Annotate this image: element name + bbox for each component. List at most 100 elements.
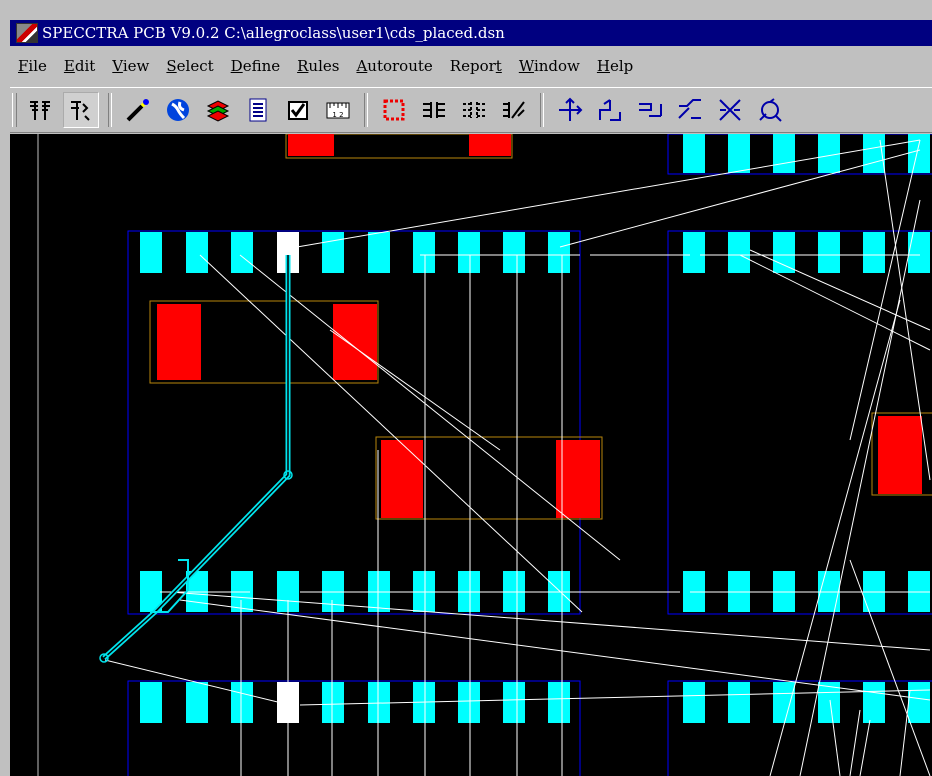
- place-mode-icon[interactable]: [23, 93, 57, 127]
- fanout-icon[interactable]: [417, 93, 451, 127]
- pin-pad[interactable]: [322, 682, 344, 723]
- menu-item-6[interactable]: Autoroute: [348, 57, 441, 75]
- toolbar: 1 2: [10, 87, 932, 133]
- route-diagonal-icon[interactable]: [497, 93, 531, 127]
- menu-mnemonic: W: [518, 57, 534, 75]
- pin-pad[interactable]: [683, 134, 705, 173]
- pcb-canvas[interactable]: [10, 134, 932, 776]
- pin-pad[interactable]: [186, 232, 208, 273]
- menu-text: ules: [308, 57, 340, 75]
- part-pad[interactable]: [381, 440, 423, 518]
- globe-icon[interactable]: [161, 93, 195, 127]
- ratsnest-line: [199, 254, 583, 613]
- toolbar-separator: [108, 93, 112, 127]
- pin-pad[interactable]: [683, 682, 705, 723]
- menu-text: ile: [28, 57, 47, 75]
- pin-pad[interactable]: [458, 232, 480, 273]
- pin-pad[interactable]: [231, 232, 253, 273]
- menu-item-8[interactable]: Window: [511, 57, 589, 75]
- rotate-icon[interactable]: [753, 93, 787, 127]
- part-pad[interactable]: [469, 134, 511, 156]
- route-mode-icon[interactable]: [63, 92, 99, 128]
- pin-pad[interactable]: [548, 682, 570, 723]
- menu-item-2[interactable]: View: [104, 57, 158, 75]
- title-bar: SPECCTRA PCB V9.0.2 C:\allegroclass\user…: [10, 20, 932, 46]
- specctra-app-icon[interactable]: [16, 23, 38, 43]
- pcb-workspace[interactable]: [10, 134, 932, 776]
- menu-text: indow: [533, 57, 580, 75]
- menu-item-4[interactable]: Define: [223, 57, 289, 75]
- pin-pad[interactable]: [728, 682, 750, 723]
- ratsnest-line: [899, 689, 911, 776]
- pin-pad[interactable]: [186, 682, 208, 723]
- menu-item-9[interactable]: Help: [589, 57, 642, 75]
- ratsnest-line: [859, 719, 871, 776]
- pin-pad[interactable]: [548, 232, 570, 273]
- pin-pad[interactable]: [863, 682, 885, 723]
- miter-icon[interactable]: [673, 93, 707, 127]
- component-outline[interactable]: [127, 230, 581, 615]
- select-area-icon[interactable]: [377, 93, 411, 127]
- shove-icon[interactable]: [633, 93, 667, 127]
- pin-pad[interactable]: [231, 682, 253, 723]
- ratsnest-line: [239, 254, 621, 561]
- report-icon[interactable]: [241, 93, 275, 127]
- ratsnest-line: [849, 139, 921, 441]
- pin-pad[interactable]: [908, 232, 930, 273]
- part-pad[interactable]: [556, 440, 600, 518]
- pin-pad[interactable]: [773, 232, 795, 273]
- toolbar-grip[interactable]: [12, 93, 17, 127]
- pin-pad[interactable]: [322, 232, 344, 273]
- layers-icon[interactable]: [201, 93, 235, 127]
- menu-item-7[interactable]: Report: [442, 57, 511, 75]
- menu-mnemonic: E: [63, 57, 75, 75]
- menu-mnemonic: R: [297, 57, 309, 75]
- ruler-icon[interactable]: 1 2: [321, 93, 355, 127]
- wand-icon[interactable]: [121, 93, 155, 127]
- menu-text: utoroute: [367, 57, 433, 75]
- fanout-dashed-icon[interactable]: [457, 93, 491, 127]
- pin-pad[interactable]: [458, 682, 480, 723]
- pin-pad[interactable]: [503, 232, 525, 273]
- pin-pad[interactable]: [908, 682, 930, 723]
- menu-item-5[interactable]: Rules: [289, 57, 348, 75]
- pin-pad[interactable]: [503, 682, 525, 723]
- pin-pad[interactable]: [368, 232, 390, 273]
- menu-item-3[interactable]: Select: [158, 57, 222, 75]
- push-route-icon[interactable]: [593, 93, 627, 127]
- menu-bar: File Edit View Select Define Rules Autoroute Re…: [10, 50, 932, 82]
- menu-mnemonic: V: [112, 57, 123, 75]
- pin-pad[interactable]: [728, 232, 750, 273]
- pin-pad[interactable]: [818, 134, 840, 173]
- part-pad[interactable]: [157, 304, 201, 380]
- part-pad[interactable]: [878, 416, 922, 494]
- pin-pad[interactable]: [413, 232, 435, 273]
- ratsnest-line: [329, 329, 501, 451]
- menu-item-1[interactable]: Edit: [56, 57, 104, 75]
- component-outline[interactable]: [667, 134, 932, 175]
- menu-text: efine: [242, 57, 281, 75]
- pin-pad[interactable]: [863, 232, 885, 273]
- pin-pad[interactable]: [818, 232, 840, 273]
- menu-mnemonic: t: [495, 57, 502, 75]
- pin-pad[interactable]: [140, 232, 162, 273]
- menu-mnemonic: D: [230, 57, 243, 75]
- pin-pad[interactable]: [773, 134, 795, 173]
- menu-text: Repor: [449, 57, 496, 75]
- move-icon[interactable]: [553, 93, 587, 127]
- pin-pad[interactable]: [140, 682, 162, 723]
- pin-pad[interactable]: [818, 682, 840, 723]
- checkbox-icon[interactable]: [281, 93, 315, 127]
- ratsnest-line: [849, 709, 861, 776]
- menu-item-0[interactable]: File: [10, 57, 56, 75]
- ruler-text: 1 2: [332, 111, 343, 119]
- part-pad[interactable]: [333, 304, 377, 380]
- menu-text: elp: [610, 57, 634, 75]
- cut-icon[interactable]: [713, 93, 747, 127]
- pin-pad[interactable]: [683, 232, 705, 273]
- pin-pad[interactable]: [773, 682, 795, 723]
- menu-mnemonic: S: [166, 57, 177, 75]
- part-pad[interactable]: [288, 134, 334, 156]
- pin-pad[interactable]: [728, 134, 750, 173]
- window-title: SPECCTRA PCB V9.0.2 C:\allegroclass\user…: [42, 24, 505, 42]
